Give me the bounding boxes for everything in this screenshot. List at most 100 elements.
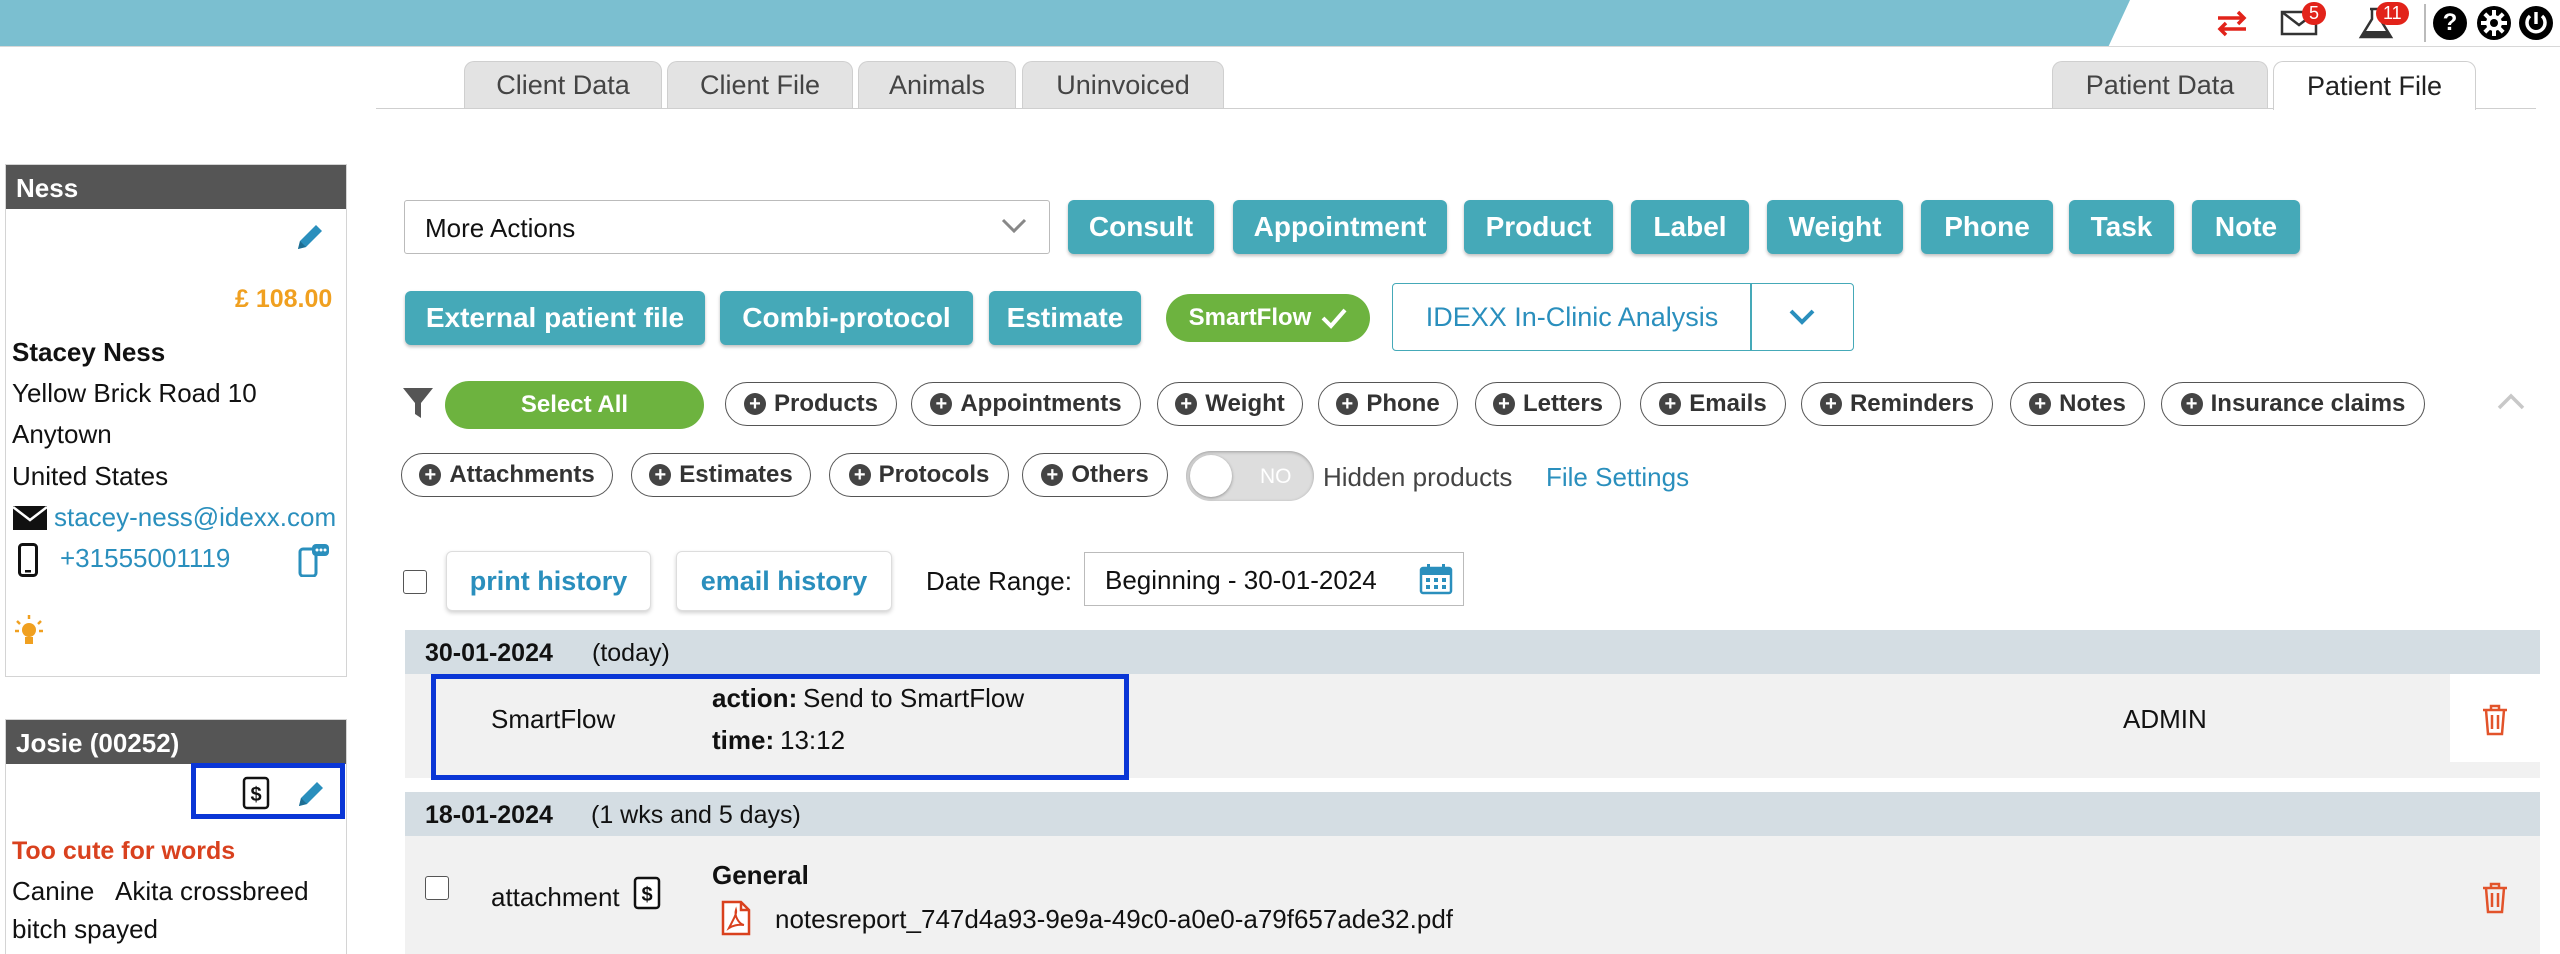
chip-label: Notes <box>2059 390 2126 417</box>
mail-icon[interactable]: 5 <box>2276 2 2327 40</box>
plus-icon: + <box>1336 393 1359 415</box>
chip-label: Weight <box>1205 390 1285 417</box>
chip-estimates[interactable]: + Estimates <box>631 453 811 497</box>
print-history-button[interactable]: print history <box>446 551 651 611</box>
patient-species: Canine <box>12 876 95 906</box>
label-button[interactable]: Label <box>1631 200 1749 254</box>
plus-icon: + <box>1492 393 1515 415</box>
calendar-icon[interactable] <box>1419 563 1453 600</box>
chip-insurance-claims[interactable]: + Insurance claims <box>2161 382 2425 426</box>
plus-icon: + <box>2180 393 2203 415</box>
chip-weight[interactable]: + Weight <box>1157 382 1303 426</box>
tab-uninvoiced[interactable]: Uninvoiced <box>1022 61 1224 108</box>
checkmark-icon <box>1321 308 1347 329</box>
smartflow-button[interactable]: SmartFlow <box>1166 294 1370 342</box>
entry-date: 30-01-2024 <box>425 639 553 667</box>
select-all-button[interactable]: Select All <box>445 381 704 429</box>
plus-icon: + <box>649 464 672 486</box>
idexx-dropdown-button[interactable] <box>1750 283 1854 351</box>
mobile-phone-icon <box>18 543 38 582</box>
chip-phone[interactable]: + Phone <box>1318 382 1458 426</box>
client-email-link[interactable]: stacey-ness@idexx.com <box>54 502 336 533</box>
consult-button[interactable]: Consult <box>1068 200 1214 254</box>
task-button[interactable]: Task <box>2069 200 2174 254</box>
chip-label: Emails <box>1689 390 1767 417</box>
tab-patient-data[interactable]: Patient Data <box>2052 61 2268 108</box>
gear-icon[interactable] <box>2476 6 2512 40</box>
weight-button[interactable]: Weight <box>1767 200 1903 254</box>
product-button[interactable]: Product <box>1464 200 1613 254</box>
chip-attachments[interactable]: + Attachments <box>401 453 613 497</box>
client-balance: £ 108.00 <box>235 285 333 313</box>
edit-client-icon[interactable] <box>294 221 326 258</box>
chip-appointments[interactable]: + Appointments <box>911 382 1141 426</box>
chip-notes[interactable]: + Notes <box>2010 382 2145 426</box>
client-address: Yellow Brick Road 10 <box>12 378 257 408</box>
client-panel: Ness £ 108.00 Stacey Ness Yellow Brick R… <box>5 164 347 677</box>
hidden-products-toggle[interactable]: NO <box>1186 451 1314 501</box>
client-header: Ness <box>6 165 346 209</box>
lab-flask-icon[interactable]: 11 <box>2354 2 2409 40</box>
plus-icon: + <box>1659 393 1682 415</box>
transfer-arrows-icon[interactable] <box>2212 6 2252 40</box>
power-icon[interactable] <box>2518 6 2554 40</box>
chip-products[interactable]: + Products <box>725 382 897 426</box>
help-icon[interactable]: ? <box>2433 6 2467 40</box>
attachment-title: General <box>712 860 809 890</box>
patient-panel: Josie (00252) $ Too cute for words Canin… <box>5 719 347 954</box>
external-patient-file-button[interactable]: External patient file <box>405 291 705 345</box>
filter-funnel-icon[interactable] <box>402 386 434 425</box>
more-actions-label: More Actions <box>425 213 576 243</box>
client-city: Anytown <box>12 419 112 449</box>
chip-emails[interactable]: + Emails <box>1640 382 1786 426</box>
pdf-file-icon <box>721 900 751 941</box>
idexx-analysis-button[interactable]: IDEXX In-Clinic Analysis <box>1392 283 1752 351</box>
more-actions-select[interactable]: More Actions <box>404 200 1050 254</box>
toggle-value: NO <box>1260 465 1292 488</box>
email-history-button[interactable]: email history <box>676 551 892 611</box>
note-button[interactable]: Note <box>2192 200 2300 254</box>
estimate-doc-icon[interactable]: $ <box>242 776 270 815</box>
date-range-label: Date Range: <box>926 566 1072 596</box>
trash-icon[interactable] <box>2482 882 2508 919</box>
chevron-down-icon <box>1789 309 1815 325</box>
plus-icon: + <box>930 393 953 415</box>
client-name: Stacey Ness <box>12 337 166 367</box>
collapse-chevron-up-icon[interactable] <box>2496 392 2526 417</box>
chip-protocols[interactable]: + Protocols <box>829 453 1009 497</box>
estimate-button[interactable]: Estimate <box>989 291 1141 345</box>
appointment-button[interactable]: Appointment <box>1233 200 1447 254</box>
history-row-attachment[interactable]: attachment $ General notesreport_747d4a9… <box>405 836 2540 954</box>
plus-icon: + <box>743 393 766 415</box>
tab-patient-file[interactable]: Patient File <box>2273 61 2476 110</box>
lightbulb-icon[interactable] <box>14 613 44 654</box>
trash-icon[interactable] <box>2482 704 2508 741</box>
entry-user: ADMIN <box>2123 704 2207 734</box>
combi-protocol-button[interactable]: Combi-protocol <box>720 291 973 345</box>
chip-others[interactable]: + Others <box>1022 453 1168 497</box>
top-band <box>0 0 2130 46</box>
phone-button[interactable]: Phone <box>1921 200 2053 254</box>
select-all-checkbox[interactable] <box>403 570 427 594</box>
patient-sex: bitch spayed <box>12 914 158 944</box>
client-phone-link[interactable]: +31555001119 <box>60 543 230 574</box>
chip-reminders[interactable]: + Reminders <box>1801 382 1993 426</box>
envelope-icon <box>12 505 48 536</box>
date-header-row: 18-01-2024 (1 wks and 5 days) <box>405 792 2540 836</box>
date-range-input[interactable]: Beginning - 30-01-2024 <box>1084 552 1464 606</box>
chevron-down-icon <box>1001 217 1027 240</box>
tab-client-data[interactable]: Client Data <box>464 61 662 108</box>
row-checkbox[interactable] <box>425 876 449 900</box>
attachment-file-link[interactable]: notesreport_747d4a93-9e9a-49c0-a0e0-a79f… <box>775 904 1453 935</box>
chip-letters[interactable]: + Letters <box>1475 382 1621 426</box>
patient-note: Too cute for words <box>12 837 236 865</box>
entry-relative-date: (1 wks and 5 days) <box>591 801 801 829</box>
plus-icon: + <box>1041 464 1064 486</box>
sms-icon[interactable] <box>298 543 330 582</box>
help-glyph: ? <box>2433 6 2467 40</box>
edit-patient-icon[interactable] <box>295 778 327 815</box>
file-settings-link[interactable]: File Settings <box>1546 462 1689 493</box>
tab-animals[interactable]: Animals <box>858 61 1016 108</box>
chip-label: Protocols <box>878 461 990 488</box>
tab-client-file[interactable]: Client File <box>667 61 853 108</box>
